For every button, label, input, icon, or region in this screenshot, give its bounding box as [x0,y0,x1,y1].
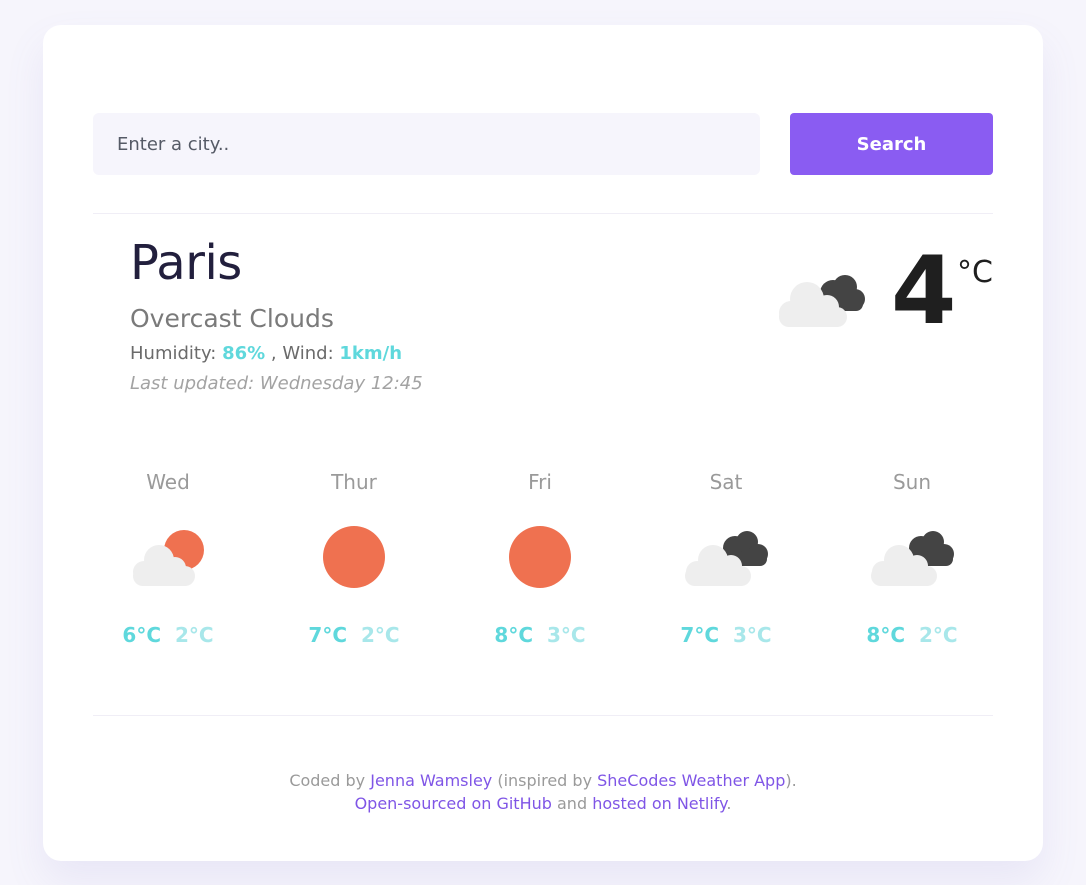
forecast-temps: 7°C 2°C [261,625,447,645]
and-text: and [551,794,593,813]
temperature-unit: °C [957,255,993,290]
temp-max: 7°C [308,623,347,647]
weather-description: Overcast Clouds [130,304,334,333]
bottom-divider [93,715,993,716]
partly-cloudy-sun-icon [133,530,204,586]
forecast-day-name: Thur [331,470,377,494]
weather-card: Search Paris Overcast Clouds Humidity: 8… [43,25,1043,861]
temp-max: 8°C [494,623,533,647]
temp-min: 3°C [547,623,586,647]
github-link[interactable]: Open-sourced on GitHub [355,794,552,813]
forecast-day: Sun 8°C 2°C [819,470,1005,660]
forecast-temps: 8°C 2°C [819,625,1005,645]
weather-details: Humidity: 86% , Wind: 1km/h [130,345,402,363]
forecast: Wed 6°C 2°C Thur 7°C 2°C Fri 8°C 3°C Sat… [75,470,1005,660]
inspired-prefix-text: (inspired by [492,771,598,790]
city-name: Paris [130,235,242,291]
city-search-input[interactable] [93,113,760,175]
temp-min: 3°C [733,623,772,647]
current-temperature: 4 [891,237,957,346]
wind-value: 1km/h [339,343,403,364]
humidity-label: Humidity: [130,343,223,364]
forecast-temps: 6°C 2°C [75,625,261,645]
temp-max: 8°C [866,623,905,647]
footer-line-credits: Coded by Jenna Wamsley (inspired by SheC… [43,769,1043,792]
footer: Coded by Jenna Wamsley (inspired by SheC… [43,769,1043,815]
overcast-clouds-icon [685,531,768,586]
temp-min: 2°C [919,623,958,647]
forecast-day: Wed 6°C 2°C [75,470,261,660]
inspired-suffix-text: ). [785,771,797,790]
wind-label: , Wind: [265,343,340,364]
forecast-temps: 7°C 3°C [633,625,819,645]
forecast-day: Fri 8°C 3°C [447,470,633,660]
forecast-day-name: Sat [709,470,743,494]
temp-max: 6°C [122,623,161,647]
sun-icon [323,526,385,588]
forecast-day-name: Wed [146,470,190,494]
netlify-link[interactable]: hosted on Netlify [592,794,726,813]
forecast-day: Sat 7°C 3°C [633,470,819,660]
temp-max: 7°C [680,623,719,647]
humidity-value: 86% [222,343,266,364]
shecodes-link[interactable]: SheCodes Weather App [597,771,785,790]
forecast-temps: 8°C 3°C [447,625,633,645]
forecast-day-name: Sun [892,470,932,494]
author-link[interactable]: Jenna Wamsley [370,771,492,790]
temp-min: 2°C [361,623,400,647]
overcast-clouds-icon [779,275,865,327]
search-button[interactable]: Search [790,113,993,175]
top-divider [93,213,993,214]
forecast-day-name: Fri [528,470,552,494]
footer-line-source: Open-sourced on GitHub and hosted on Net… [43,792,1043,815]
forecast-day: Thur 7°C 2°C [261,470,447,660]
end-text: . [726,794,732,813]
temp-min: 2°C [175,623,214,647]
coded-by-text: Coded by [289,771,371,790]
last-updated: Last updated: Wednesday 12:45 [130,373,423,394]
sun-icon [509,526,571,588]
overcast-clouds-icon [871,531,954,586]
